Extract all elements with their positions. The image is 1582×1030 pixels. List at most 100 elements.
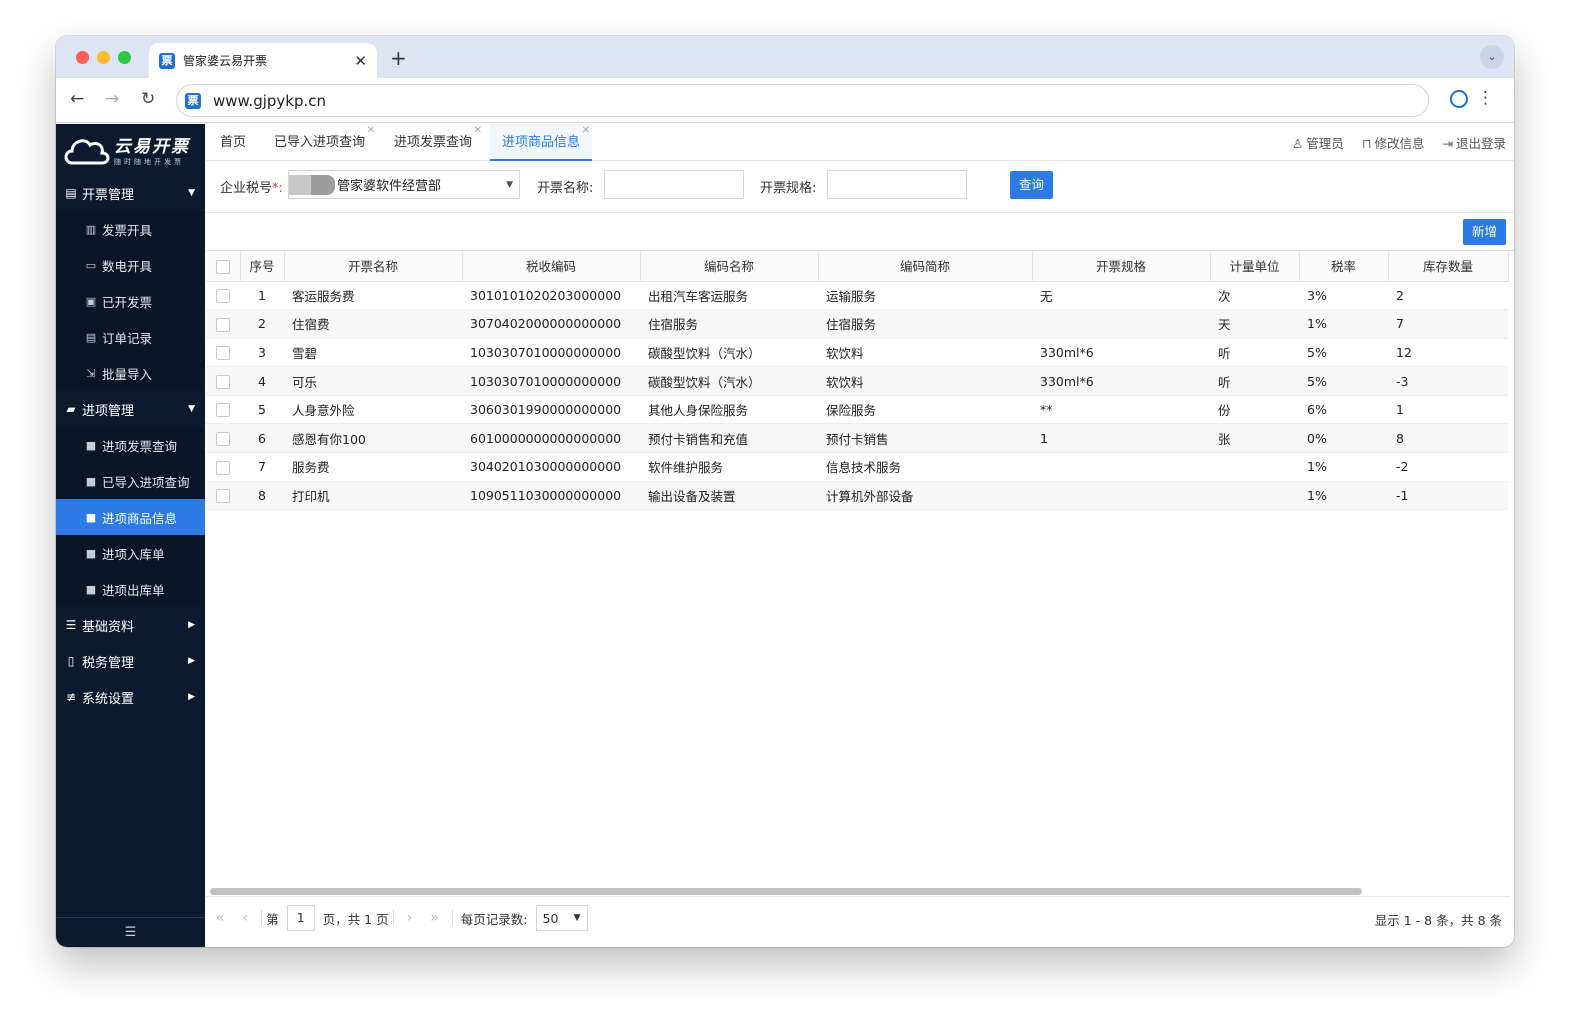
minimize-window-button[interactable] bbox=[97, 51, 110, 64]
url-field[interactable]: 票 www.gjpykp.cn bbox=[176, 84, 1429, 117]
close-tab-icon[interactable]: ✕ bbox=[367, 112, 375, 149]
row-checkbox[interactable] bbox=[216, 346, 230, 361]
tab-input-goods-info[interactable]: 进项商品信息 ✕ bbox=[490, 124, 593, 161]
column-header[interactable]: 开票规格 bbox=[1032, 251, 1211, 282]
logo-slogan: 随时随地开发票 bbox=[114, 158, 184, 166]
table-row[interactable]: 8 打印机 1090511030000000000 输出设备及装置 计算机外部设备 1% -… bbox=[206, 481, 1508, 511]
row-select-cell bbox=[206, 366, 240, 396]
prev-page-icon[interactable]: ‹ bbox=[243, 910, 249, 926]
menu-group-invoice[interactable]: ▤ 开票管理 ▼ bbox=[56, 175, 205, 211]
row-checkbox[interactable] bbox=[216, 460, 230, 475]
invoice-spec-input[interactable] bbox=[827, 170, 967, 199]
forward-icon[interactable]: → bbox=[105, 89, 119, 109]
table-cell: -1 bbox=[1388, 481, 1508, 511]
table-row[interactable]: 2 住宿费 3070402000000000000 住宿服务 住宿服务天 1% 7 bbox=[206, 309, 1508, 339]
tab-home[interactable]: 首页 bbox=[220, 124, 246, 161]
sidebar-item-batch-import[interactable]: ⇲ 批量导入 bbox=[56, 355, 205, 391]
sliders-icon: ≢ bbox=[65, 690, 77, 704]
table-cell: 1090511030000000000 bbox=[462, 481, 640, 511]
tab-imported-input-query[interactable]: 已导入进项查询 ✕ bbox=[274, 124, 375, 161]
sidebar-item-issued-invoices[interactable]: ▣ 已开发票 bbox=[56, 283, 205, 319]
column-header[interactable]: 税收编码 bbox=[462, 251, 641, 282]
select-all-checkbox[interactable] bbox=[215, 259, 230, 274]
sidebar-item-outbound-order[interactable]: ■ 进项出库单 bbox=[56, 571, 205, 607]
row-checkbox[interactable] bbox=[216, 317, 230, 332]
maximize-window-button[interactable] bbox=[118, 51, 131, 64]
close-tab-icon[interactable]: ✕ bbox=[582, 112, 590, 149]
browser-menu-icon[interactable]: ⋮ bbox=[1477, 88, 1494, 108]
file-icon: ■ bbox=[85, 438, 97, 452]
new-tab-button[interactable]: + bbox=[390, 46, 407, 70]
close-tab-icon[interactable]: ✕ bbox=[354, 52, 367, 70]
sidebar-item-input-goods-info[interactable]: ■ 进项商品信息 bbox=[56, 499, 205, 535]
page-number-input[interactable]: 1 bbox=[286, 905, 315, 931]
sidebar-item-issue-invoice[interactable]: ▥ 发票开具 bbox=[56, 211, 205, 247]
logout-link[interactable]: ⇥ 退出登录 bbox=[1443, 133, 1507, 152]
back-icon[interactable]: ← bbox=[70, 89, 84, 109]
page-size-select[interactable]: 50 ▼ bbox=[535, 905, 588, 931]
table-row[interactable]: 7 服务费 3040201030000000000 软件维护服务 信息技术服务 1% -2 bbox=[206, 452, 1508, 482]
column-header[interactable]: 税率 bbox=[1299, 251, 1389, 282]
edit-info-link[interactable]: ⊓ 修改信息 bbox=[1362, 133, 1425, 152]
file-icon: ■ bbox=[85, 546, 97, 560]
close-tab-icon[interactable]: ✕ bbox=[474, 112, 482, 149]
table-row[interactable]: 3 雪碧 1030307010000000000 碳酸型饮料（汽水） 软饮料 330ml*… bbox=[206, 338, 1508, 368]
ticket-icon: ▭ bbox=[85, 258, 97, 272]
window-controls bbox=[76, 51, 131, 64]
sidebar-item-inbound-order[interactable]: ■ 进项入库单 bbox=[56, 535, 205, 571]
invoice-name-input[interactable] bbox=[604, 170, 744, 199]
tab-input-invoice-query[interactable]: 进项发票查询 ✕ bbox=[394, 124, 482, 161]
row-checkbox[interactable] bbox=[216, 289, 230, 304]
browser-tab[interactable]: 票 管家婆云易开票 ✕ bbox=[149, 43, 377, 78]
sidebar-item-imported-input-query[interactable]: ■ 已导入进项查询 bbox=[56, 463, 205, 499]
table-cell: 感恩有你100 bbox=[284, 423, 462, 454]
query-button[interactable]: 查询 bbox=[1010, 171, 1053, 199]
sidebar-item-input-invoice-query[interactable]: ■ 进项发票查询 bbox=[56, 427, 205, 463]
menu-group-input[interactable]: ▰ 进项管理 ▼ bbox=[56, 391, 205, 427]
table-cell: 住宿服务 bbox=[640, 309, 818, 339]
table-cell: 3% bbox=[1299, 281, 1388, 311]
menu-group-settings[interactable]: ≢ 系统设置 ▶ bbox=[56, 679, 205, 715]
table-row[interactable]: 4 可乐 1030307010000000000 碳酸型饮料（汽水） 软饮料 330ml*… bbox=[206, 366, 1508, 396]
table-cell: 份 bbox=[1210, 395, 1299, 425]
menu-group-tax[interactable]: ▯ 税务管理 ▶ bbox=[56, 643, 205, 679]
table-row[interactable]: 1 客运服务费 3010101020203000000 出租汽车客运服务 运输服务无次 3… bbox=[206, 281, 1508, 311]
last-page-icon[interactable]: » bbox=[430, 910, 439, 926]
table-row[interactable]: 6 感恩有你100 6010000000000000000 预付卡销售和充值 预付卡销售… bbox=[206, 423, 1508, 454]
next-page-icon[interactable]: › bbox=[407, 910, 413, 926]
table-cell: 1030307010000000000 bbox=[462, 366, 640, 396]
column-header[interactable]: 计量单位 bbox=[1210, 251, 1300, 282]
profile-icon[interactable] bbox=[1450, 90, 1468, 108]
sidebar-item-order-records[interactable]: ▤ 订单记录 bbox=[56, 319, 205, 355]
row-checkbox[interactable] bbox=[216, 403, 230, 418]
row-checkbox[interactable] bbox=[216, 489, 230, 504]
app: 云易开票 随时随地开发票 ▤ 开票管理 ▼ ▥ 发票开具 ▭ 数电开具 ▣ 已开发票 … bbox=[56, 124, 1514, 947]
table-cell: 碳酸型饮料（汽水） bbox=[640, 338, 818, 368]
close-window-button[interactable] bbox=[76, 51, 89, 64]
first-page-icon[interactable]: « bbox=[216, 910, 225, 926]
horizontal-scrollbar[interactable] bbox=[210, 888, 1362, 895]
caret-right-icon: ▶ bbox=[188, 620, 195, 630]
tax-id-select[interactable]: 管家婆软件经营部 ▼ bbox=[288, 170, 520, 199]
table-cell: 碳酸型饮料（汽水） bbox=[640, 366, 818, 396]
goods-table: 序号 开票名称 税收编码 编码名称 编码简称 开票规格 计量单位 税率 库存数量… bbox=[206, 251, 1509, 511]
table-cell: 5% bbox=[1299, 366, 1388, 396]
table-cell: 预付卡销售和充值 bbox=[640, 423, 818, 454]
admin-link[interactable]: ♙ 管理员 bbox=[1292, 133, 1344, 152]
reload-icon[interactable]: ↻ bbox=[141, 89, 155, 109]
table-row[interactable]: 5 人身意外险 3060301990000000000 其他人身保险服务 保险服务 ** 份… bbox=[206, 395, 1508, 425]
column-header[interactable]: 库存数量 bbox=[1388, 251, 1509, 282]
table-cell: 出租汽车客运服务 bbox=[640, 281, 818, 311]
column-header[interactable]: 开票名称 bbox=[284, 251, 463, 282]
collapse-sidebar-button[interactable]: ☰ bbox=[56, 917, 205, 947]
column-header[interactable]: 序号 bbox=[240, 251, 285, 282]
add-button[interactable]: 新增 bbox=[1463, 219, 1506, 245]
filter-bar: 企业税号*: 管家婆软件经营部 ▼ 开票名称: 开票规格: 查询 bbox=[206, 161, 1514, 213]
menu-group-basic-data[interactable]: ☰ 基础资料 ▶ bbox=[56, 607, 205, 643]
column-header[interactable]: 编码名称 bbox=[640, 251, 819, 282]
column-header[interactable]: 编码简称 bbox=[818, 251, 1033, 282]
tab-search-button[interactable]: ⌄ bbox=[1480, 45, 1504, 69]
sidebar-item-digital-invoice[interactable]: ▭ 数电开具 bbox=[56, 247, 205, 283]
row-checkbox[interactable] bbox=[216, 374, 230, 389]
row-checkbox[interactable] bbox=[216, 432, 230, 447]
